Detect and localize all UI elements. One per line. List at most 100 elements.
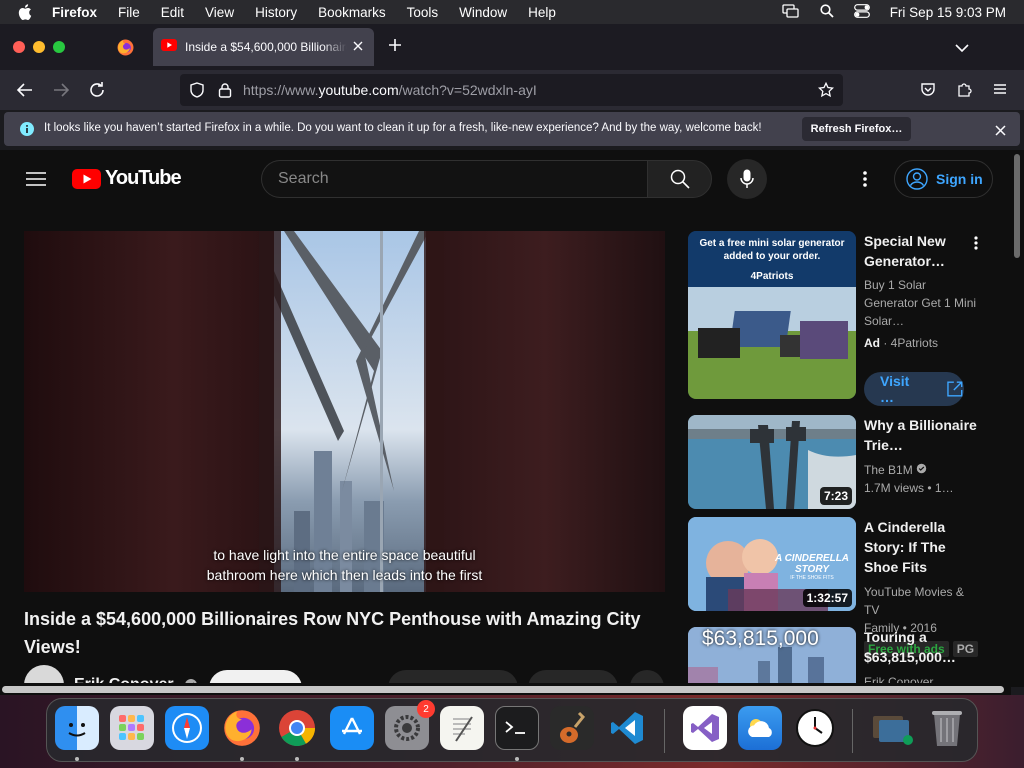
dock-separator: [664, 709, 665, 753]
menu-file[interactable]: File: [118, 5, 140, 20]
video-title-link[interactable]: Touring a $63,815,000…: [864, 627, 979, 667]
refresh-firefox-button[interactable]: Refresh Firefox…: [802, 117, 911, 141]
launchpad-icon[interactable]: [110, 706, 154, 750]
video-duration: 1:32:57: [802, 589, 852, 607]
vertical-scrollbar-thumb[interactable]: [1014, 154, 1020, 258]
firefox-pinned-tab-icon[interactable]: [117, 39, 134, 61]
external-link-icon: [947, 381, 963, 397]
ad-kebab-icon[interactable]: [974, 236, 978, 255]
display-mirroring-icon[interactable]: [782, 3, 800, 21]
sidebar-video[interactable]: A CINDERELLA STORY IF THE SHOE FITS 1:32…: [688, 517, 988, 657]
horizontal-scrollbar-thumb[interactable]: [2, 686, 1004, 693]
weather-icon[interactable]: [738, 706, 782, 750]
menu-bookmarks[interactable]: Bookmarks: [318, 5, 386, 20]
menu-app-firefox[interactable]: Firefox: [52, 5, 97, 20]
video-thumbnail-overlay: A CINDERELLA STORY IF THE SHOE FITS: [770, 553, 854, 581]
downloads-stack-icon[interactable]: [870, 706, 914, 750]
voice-search-button[interactable]: [727, 159, 767, 199]
bookmark-star-icon[interactable]: [817, 81, 835, 103]
youtube-guide-menu-icon[interactable]: [26, 171, 46, 192]
control-center-icon[interactable]: [853, 3, 870, 21]
list-all-tabs-chevron-icon[interactable]: [955, 40, 969, 58]
menubar-clock[interactable]: Fri Sep 15 9:03 PM: [890, 5, 1006, 20]
page-horizontal-scrollbar[interactable]: [0, 683, 1011, 695]
vscode-icon[interactable]: [605, 706, 649, 750]
garageband-icon[interactable]: [550, 706, 594, 750]
finder-icon[interactable]: [55, 706, 99, 750]
new-tab-plus-icon[interactable]: [388, 38, 402, 57]
back-arrow-icon[interactable]: [16, 81, 34, 104]
video-views: 1.7M views: [864, 481, 925, 495]
video-frame: [24, 231, 665, 592]
apple-menu-icon[interactable]: [18, 4, 34, 20]
menu-view[interactable]: View: [205, 5, 234, 20]
page-vertical-scrollbar[interactable]: [1011, 150, 1024, 687]
macos-menubar: Firefox File Edit View History Bookmarks…: [0, 0, 1024, 24]
url-path: /watch?v=52wdxln-ayI: [398, 82, 537, 98]
firefox-icon[interactable]: [220, 706, 264, 750]
menu-tools[interactable]: Tools: [407, 5, 439, 20]
chrome-icon[interactable]: [275, 706, 319, 750]
sign-in-button[interactable]: Sign in: [894, 160, 993, 198]
clock-icon[interactable]: [793, 706, 837, 750]
youtube-settings-kebab-icon[interactable]: [863, 171, 867, 192]
video-info: Why a Billionaire Trie… The B1M 1.7M vie…: [864, 415, 979, 497]
youtube-search-input[interactable]: [262, 161, 648, 197]
close-tab-icon[interactable]: [353, 38, 363, 56]
safari-icon[interactable]: [165, 706, 209, 750]
app-store-icon[interactable]: [330, 706, 374, 750]
dock-separator: [852, 709, 853, 753]
youtube-logo[interactable]: YouTube: [72, 167, 182, 190]
tab-youtube-video[interactable]: Inside a $54,600,000 Billionaires Row NY…: [153, 28, 374, 66]
visual-studio-icon[interactable]: [683, 706, 727, 750]
finder-running-indicator: [75, 757, 79, 761]
sidebar-video[interactable]: $63,815,000 Touring a $63,815,000… Erik …: [688, 627, 988, 687]
minimize-window-button[interactable]: [33, 41, 45, 53]
youtube-wordmark: YouTube: [105, 167, 182, 189]
menu-edit[interactable]: Edit: [161, 5, 184, 20]
url-text: https://www.youtube.com/watch?v=52wdxln-…: [243, 82, 537, 98]
video-info: Touring a $63,815,000… Erik Conover: [864, 627, 979, 687]
macos-dock: 2: [46, 698, 978, 762]
video-stats: 1.7M views • 1…: [864, 479, 979, 497]
close-window-button[interactable]: [13, 41, 25, 53]
video-thumbnail[interactable]: A CINDERELLA STORY IF THE SHOE FITS 1:32…: [688, 517, 856, 611]
spotlight-search-icon[interactable]: [820, 3, 834, 21]
extensions-puzzle-icon[interactable]: [956, 81, 972, 102]
menu-history[interactable]: History: [255, 5, 297, 20]
video-thumbnail[interactable]: $63,815,000: [688, 627, 856, 687]
sidebar-video[interactable]: 7:23 Why a Billionaire Trie… The B1M 1.7…: [688, 415, 988, 510]
forward-arrow-icon[interactable]: [52, 81, 70, 104]
tab-strip: Inside a $54,600,000 Billionaires Row NY…: [0, 24, 1024, 70]
terminal-icon[interactable]: [495, 706, 539, 750]
youtube-search-button[interactable]: [647, 160, 712, 198]
menu-help[interactable]: Help: [528, 5, 556, 20]
zoom-window-button[interactable]: [53, 41, 65, 53]
ad-advertiser: 4Patriots: [890, 336, 939, 350]
pocket-icon[interactable]: [920, 81, 936, 102]
close-notification-icon[interactable]: [995, 123, 1006, 141]
menu-window[interactable]: Window: [459, 5, 507, 20]
tracking-protection-shield-icon[interactable]: [189, 82, 205, 103]
system-settings-icon[interactable]: 2: [385, 700, 435, 750]
search-icon: [670, 169, 690, 189]
video-title-link[interactable]: A Cinderella Story: If The Shoe Fits: [864, 517, 979, 577]
reload-icon[interactable]: [88, 81, 106, 104]
video-player[interactable]: to have light into the entire space beau…: [24, 231, 665, 592]
video-channel-name[interactable]: YouTube Movies & TV: [864, 583, 979, 619]
video-thumbnail[interactable]: 7:23: [688, 415, 856, 509]
ad-title[interactable]: Special New Generator…: [864, 231, 979, 271]
video-channel-name[interactable]: The B1M: [864, 463, 913, 477]
thumb-subtext: IF THE SHOE FITS: [790, 575, 834, 581]
textedit-icon[interactable]: [440, 706, 484, 750]
caption-line-2: bathroom here which then leads into the …: [206, 567, 483, 583]
url-bar[interactable]: https://www.youtube.com/watch?v=52wdxln-…: [180, 74, 843, 106]
hamburger-menu-icon[interactable]: [992, 81, 1008, 102]
video-duration: 7:23: [819, 487, 852, 505]
ad-visit-button[interactable]: Visit …: [864, 372, 964, 406]
trash-icon[interactable]: [925, 706, 969, 750]
video-title-link[interactable]: Why a Billionaire Trie…: [864, 415, 979, 455]
secure-lock-icon[interactable]: [218, 82, 232, 103]
ad-thumbnail[interactable]: Get a free mini solar generator added to…: [688, 231, 856, 399]
youtube-page: YouTube Sign in: [0, 150, 1011, 687]
